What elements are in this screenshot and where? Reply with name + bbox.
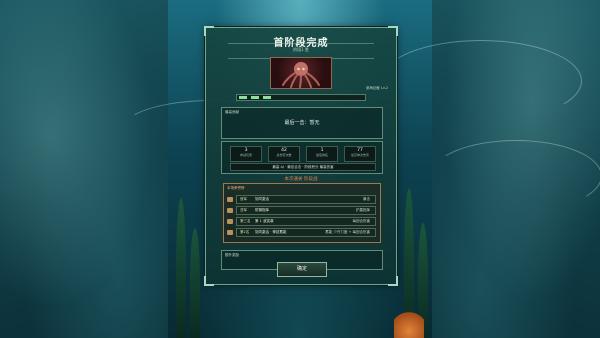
stat-label: 参战玩家 [239,153,252,157]
progress-segment [239,96,247,99]
honor-name: 协同激活 · 神技蓄能 [255,230,287,234]
honor-panel: 本场荣誉榜 冠军 协同激活 暴击 亚军 防御指挥 护盾指挥 第三名 第 1 波突… [223,183,381,243]
stage-progress-bar [236,94,366,101]
medal-icon [227,208,233,213]
seaweed [190,228,200,338]
stat-max-damage: 77 最高单次伤害 [344,146,376,162]
stage-complete-dialog: 首阶段完成 阶段1 胜 深海巨鱿 Lv.2 最高贡献 最后一击：暂无 3 参战玩… [204,26,398,286]
confirm-button[interactable]: 确定 [277,262,327,277]
honor-rank: 亚军 [240,208,247,212]
stat-players: 3 参战玩家 [230,146,262,162]
honor-rank: 冠军 [240,197,247,201]
stat-rank: 1 最佳排名 [306,146,338,162]
honor-desc: 护盾指挥 [356,208,370,212]
honor-row: 亚军 防御指挥 护盾指挥 [227,206,376,215]
medal-icon [227,230,233,235]
boss-caption: 深海巨鱿 Lv.2 [365,86,388,90]
frame-corner [388,276,398,286]
stat-label: 最佳排名 [315,153,328,157]
honor-desc: 蓄能 少许力度 + 每回合伤害 [325,230,370,234]
left-seafloor-background [0,0,170,338]
dialog-subtitle: 阶段1 胜 [293,47,309,52]
seaweed [176,198,186,338]
light-wave [380,40,582,122]
contribution-value: 最后一击：暂无 [284,120,320,126]
medal-icon [227,219,233,224]
medal-icon [227,197,233,202]
contribution-label: 最高贡献 [225,110,239,114]
honor-name: 协同激活 [255,197,269,201]
honor-section-title: 本次通关 阶段战 [284,177,318,182]
reward-label: 额外奖励 [225,253,239,257]
honor-row: 第2名 协同激活 · 神技蓄能 蓄能 少许力度 + 每回合伤害 [227,228,376,237]
stat-label: 最高单次伤害 [350,153,369,157]
octopus-icon [282,62,320,88]
stat-hits: 42 总伤害次数 [268,146,300,162]
honor-row: 第三名 第 1 波突袭 每回合伤害 [227,217,376,226]
progress-segment [263,96,271,99]
progress-segment [251,96,259,99]
light-wave [430,140,600,212]
frame-corner [204,276,214,286]
stats-panel: 3 参战玩家 42 总伤害次数 1 最佳排名 77 最高单次伤害 最高 AJ ·… [221,141,383,174]
honor-row: 冠军 协同激活 暴击 [227,195,376,204]
best-summary: 最高 AJ · 最佳合击 · 阶段积分 最高伤害 [230,163,376,171]
stat-label: 总伤害次数 [276,153,292,157]
honor-name: 防御指挥 [255,208,269,212]
contribution-panel: 最高贡献 最后一击：暂无 [221,107,383,139]
honor-rank: 第三名 [240,219,251,223]
honor-desc: 暴击 [363,197,370,201]
honor-rank: 第2名 [240,230,250,234]
honor-name: 第 1 波突袭 [255,219,274,223]
boss-portrait [270,57,332,89]
coral [394,304,424,338]
honor-label: 本场荣誉榜 [227,186,245,190]
honor-desc: 每回合伤害 [352,219,371,223]
